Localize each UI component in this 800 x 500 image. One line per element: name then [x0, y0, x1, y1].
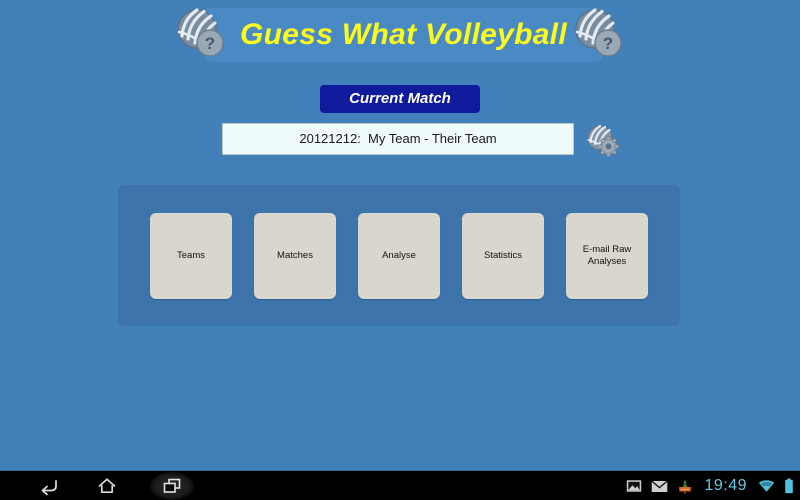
wifi-icon[interactable] — [758, 479, 775, 493]
image-icon[interactable] — [626, 479, 642, 493]
current-match-field[interactable]: 20121212: My Team - Their Team — [222, 123, 574, 155]
status-icon-tray: 19:49 — [626, 471, 794, 500]
volleyball-gear-icon[interactable] — [585, 123, 619, 157]
menu-button-teams[interactable]: Teams — [150, 212, 232, 299]
svg-text:?: ? — [603, 34, 613, 53]
android-system-bar: 19:49 — [0, 470, 800, 500]
current-match-row: 20121212: My Team - Their Team — [222, 123, 632, 157]
status-clock: 19:49 — [704, 477, 747, 494]
app-notification-icon[interactable] — [677, 479, 693, 494]
page-title: Guess What Volleyball — [240, 18, 567, 51]
battery-full-icon[interactable] — [784, 478, 794, 494]
menu-button-statistics[interactable]: Statistics — [462, 212, 544, 299]
volleyball-question-icon: ? — [572, 6, 626, 60]
menu-button-email-raw-analyses[interactable]: E-mail Raw Analyses — [566, 212, 648, 299]
current-match-button[interactable]: Current Match — [320, 85, 480, 113]
menu-button-analyse[interactable]: Analyse — [358, 212, 440, 299]
navigation-buttons — [34, 471, 194, 500]
home-icon[interactable] — [92, 472, 122, 500]
envelope-icon[interactable] — [651, 480, 669, 493]
menu-button-matches[interactable]: Matches — [254, 212, 336, 299]
recent-apps-icon[interactable] — [150, 472, 194, 500]
menu-button-row: Teams Matches Analyse Statistics E-mail … — [118, 185, 680, 326]
main-menu-panel: Teams Matches Analyse Statistics E-mail … — [118, 185, 680, 326]
title-bar: ? Guess What Volleyball ? — [0, 0, 800, 70]
back-arrow-icon[interactable] — [34, 472, 64, 500]
app-root: ? Guess What Volleyball ? Current Match … — [0, 0, 800, 500]
